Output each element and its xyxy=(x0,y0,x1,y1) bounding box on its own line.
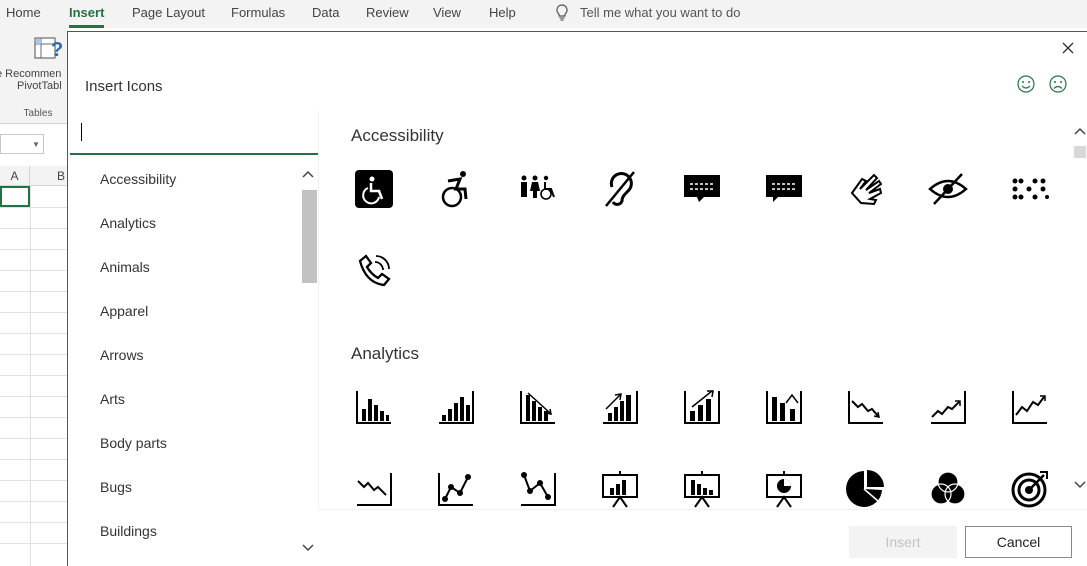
chevron-down-icon[interactable] xyxy=(1073,480,1087,490)
line-zigzag-icon[interactable] xyxy=(352,467,396,509)
gridline xyxy=(0,543,68,544)
category-arrows[interactable]: Arrows xyxy=(100,347,144,363)
pie-chart-icon[interactable] xyxy=(844,467,888,509)
category-accessibility[interactable]: Accessibility xyxy=(100,171,176,187)
gridline xyxy=(0,522,68,523)
column-header-b[interactable]: B xyxy=(30,166,68,186)
category-body-parts[interactable]: Body parts xyxy=(100,435,167,451)
ribbon-tabs: Home Insert Page Layout Formulas Data Re… xyxy=(0,0,1087,28)
dialog-footer: Insert Cancel xyxy=(318,509,1087,566)
gridline xyxy=(0,228,68,229)
text-cursor xyxy=(81,123,82,141)
category-list: Accessibility Analytics Animals Apparel … xyxy=(70,157,318,566)
gridline xyxy=(0,354,68,355)
tab-insert[interactable]: Insert xyxy=(69,5,105,28)
active-wheelchair-icon[interactable] xyxy=(434,167,478,211)
category-buildings[interactable]: Buildings xyxy=(100,523,157,539)
tell-me-text: Tell me what you want to do xyxy=(580,5,741,20)
open-captions-icon[interactable] xyxy=(762,167,806,211)
scatter-line-up-icon[interactable] xyxy=(434,467,478,509)
gridline xyxy=(0,501,68,502)
sign-language-icon[interactable] xyxy=(844,167,888,211)
close-icon[interactable] xyxy=(1058,38,1078,58)
tell-me-search[interactable]: Tell me what you want to do xyxy=(556,4,740,21)
family-accessibility-icon[interactable] xyxy=(516,167,560,211)
category-scrollbar-thumb[interactable] xyxy=(302,190,317,283)
tab-view[interactable]: View xyxy=(433,5,461,20)
bar-chart-icon[interactable] xyxy=(352,385,396,429)
bar-chart-up-icon[interactable] xyxy=(434,385,478,429)
gridline xyxy=(0,417,68,418)
dialog-title: Insert Icons xyxy=(85,78,163,95)
selected-cell[interactable] xyxy=(0,186,30,207)
low-vision-icon[interactable] xyxy=(926,167,970,211)
presentation-bar-icon[interactable] xyxy=(598,467,642,509)
tables-group-label: Tables xyxy=(23,108,53,119)
scrollbar-thumb[interactable] xyxy=(1074,146,1086,158)
gridline xyxy=(0,333,68,334)
lightbulb-icon xyxy=(556,4,568,21)
svg-text:?: ? xyxy=(51,39,63,61)
chevron-down-icon[interactable] xyxy=(301,543,315,553)
volume-phone-icon[interactable] xyxy=(352,249,396,293)
chevron-up-icon[interactable] xyxy=(301,169,315,179)
frown-feedback-icon[interactable] xyxy=(1048,74,1068,94)
gridline xyxy=(0,291,68,292)
section-title-accessibility: Accessibility xyxy=(351,126,444,145)
gridline xyxy=(0,312,68,313)
target-icon[interactable] xyxy=(1008,467,1052,509)
category-animals[interactable]: Animals xyxy=(100,259,150,275)
insert-button[interactable]: Insert xyxy=(849,526,957,558)
gridline xyxy=(0,438,68,439)
venn-diagram-icon[interactable] xyxy=(926,467,970,509)
gridline xyxy=(0,207,68,208)
tab-formulas[interactable]: Formulas xyxy=(231,5,285,20)
icon-gallery-scrollbar[interactable] xyxy=(1072,110,1087,509)
insert-icons-dialog: Insert Icons Accessibility Analytics Ani… xyxy=(67,31,1087,566)
section-title-analytics: Analytics xyxy=(351,344,420,363)
gridline xyxy=(0,480,68,481)
category-arts[interactable]: Arts xyxy=(100,391,125,407)
recommended-pivottable-icon[interactable]: ? xyxy=(33,34,63,64)
bar-chart-up-trend-icon[interactable] xyxy=(598,385,642,429)
tab-review[interactable]: Review xyxy=(366,5,409,20)
chevron-up-icon[interactable] xyxy=(1073,126,1087,136)
braille-icon[interactable] xyxy=(1008,167,1052,211)
cancel-button[interactable]: Cancel xyxy=(965,526,1072,558)
column-header-a[interactable]: A xyxy=(0,166,30,186)
hearing-impaired-icon[interactable] xyxy=(598,167,642,211)
tab-page-layout[interactable]: Page Layout xyxy=(132,5,205,20)
gridline xyxy=(0,375,68,376)
category-analytics[interactable]: Analytics xyxy=(100,215,156,231)
chevron-down-icon[interactable]: ▼ xyxy=(32,140,40,149)
line-trend-down-icon[interactable] xyxy=(844,385,888,429)
line-trend-up-icon[interactable] xyxy=(926,385,970,429)
smile-feedback-icon[interactable] xyxy=(1016,74,1036,94)
line-trend-rising-icon[interactable] xyxy=(1008,385,1052,429)
gridline xyxy=(0,249,68,250)
tab-home[interactable]: Home xyxy=(6,5,41,20)
tab-data[interactable]: Data xyxy=(312,5,339,20)
icon-search-input[interactable] xyxy=(70,110,318,155)
category-bugs[interactable]: Bugs xyxy=(100,479,132,495)
gridline xyxy=(30,186,31,566)
scatter-line-down-icon[interactable] xyxy=(516,467,560,509)
presentation-pie-icon[interactable] xyxy=(762,467,806,509)
recommended-pivottable-label[interactable]: e Recommen PivotTabl xyxy=(0,68,68,92)
gridline xyxy=(0,270,68,271)
category-apparel[interactable]: Apparel xyxy=(100,303,148,319)
gridline xyxy=(0,396,68,397)
sheet-grid xyxy=(0,166,68,566)
closed-captions-icon[interactable] xyxy=(680,167,724,211)
bar-chart-falling-icon[interactable] xyxy=(762,385,806,429)
gridline xyxy=(0,459,68,460)
wheelchair-sign-icon[interactable] xyxy=(352,167,396,211)
ribbon-body: ? e Recommen PivotTabl Tables xyxy=(0,28,68,124)
bar-chart-rising-icon[interactable] xyxy=(680,385,724,429)
presentation-column-icon[interactable] xyxy=(680,467,724,509)
icon-gallery: Accessibility Analytics xyxy=(318,110,1072,509)
bar-chart-down-trend-icon[interactable] xyxy=(516,385,560,429)
tab-help[interactable]: Help xyxy=(489,5,516,20)
